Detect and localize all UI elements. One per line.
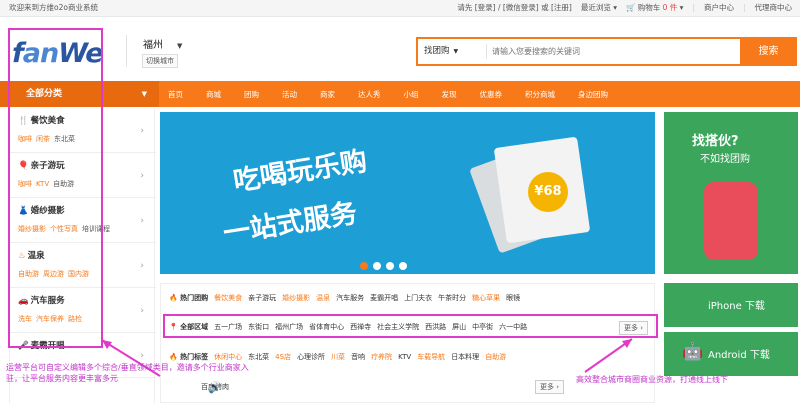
annotation-arrows [101, 338, 633, 377]
annotation-text-left: 运营平台可自定义编辑多个综合/垂直领域类目，邀请多个行业商家入驻，让平台服务内容… [6, 363, 249, 383]
annotation-text-right: 高效整合城市商圈商业资源，打通线上线下 [576, 375, 728, 384]
